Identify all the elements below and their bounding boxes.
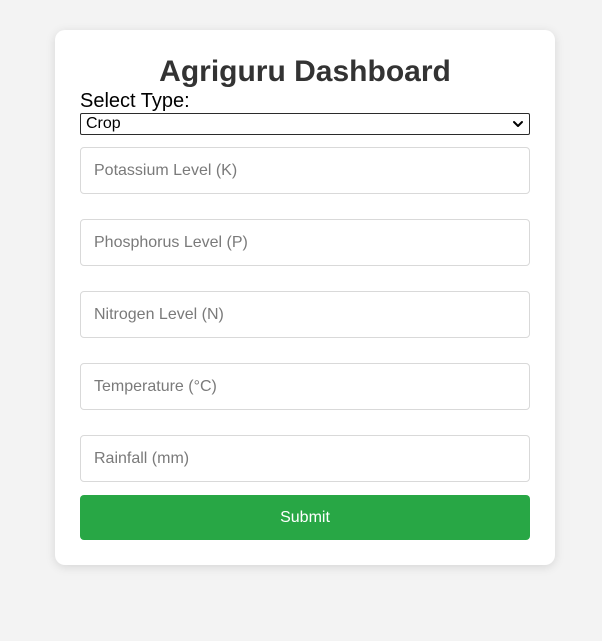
page-title: Agriguru Dashboard xyxy=(159,55,451,88)
chevron-down-icon xyxy=(513,121,523,127)
temperature-input[interactable] xyxy=(80,363,530,410)
type-select-value: Crop xyxy=(86,115,121,132)
submit-button[interactable]: Submit xyxy=(80,495,530,540)
type-select[interactable]: Crop xyxy=(80,113,530,135)
rainfall-input[interactable] xyxy=(80,435,530,482)
phosphorus-input[interactable] xyxy=(80,219,530,266)
select-type-label: Select Type: xyxy=(80,90,190,112)
dashboard-card: Agriguru Dashboard Select Type: Crop Sub… xyxy=(55,30,555,565)
nitrogen-input[interactable] xyxy=(80,291,530,338)
potassium-input[interactable] xyxy=(80,147,530,194)
